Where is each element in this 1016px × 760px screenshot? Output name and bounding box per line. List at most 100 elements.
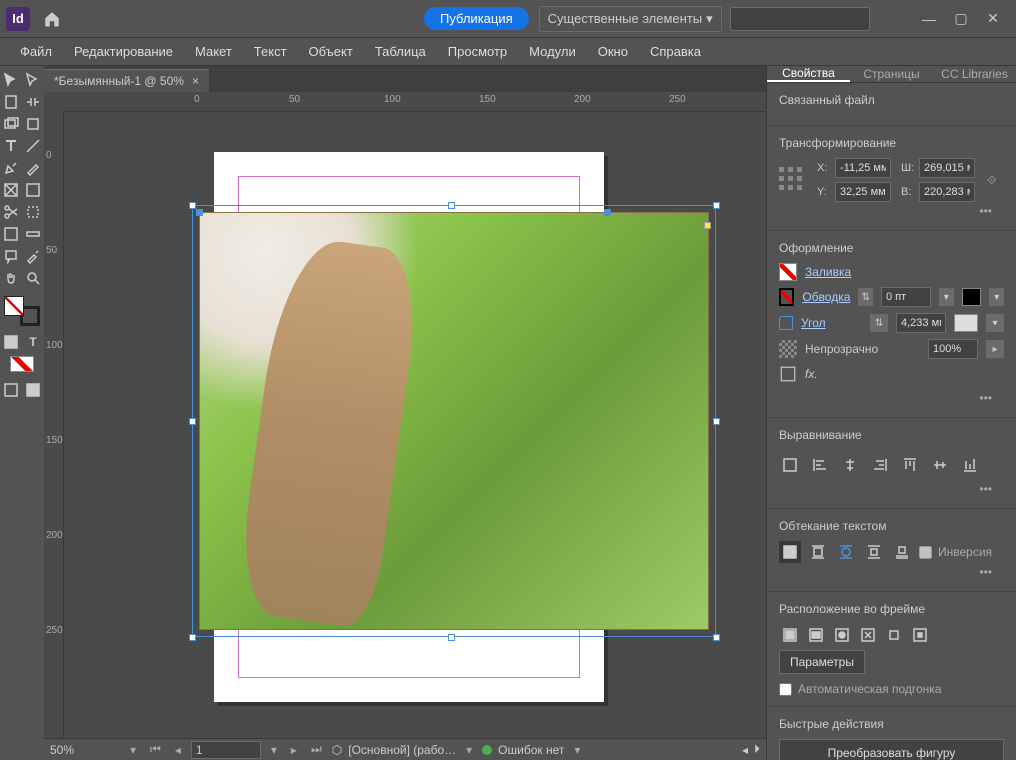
wrap-jumpnext-icon[interactable] <box>891 541 913 563</box>
hand-tool[interactable] <box>1 268 21 288</box>
handle[interactable] <box>189 418 196 425</box>
inverse-checkbox[interactable]: Инверсия <box>919 545 992 559</box>
center-content-icon[interactable] <box>909 624 931 646</box>
tab-pages[interactable]: Страницы <box>850 66 933 82</box>
more-icon[interactable]: ••• <box>779 389 1004 407</box>
eyedropper-tool[interactable] <box>23 246 43 266</box>
open-panel-icon[interactable]: ⬡ <box>332 743 342 757</box>
ruler-vertical[interactable]: 0 50 100 150 200 250 <box>44 112 64 738</box>
menu-object[interactable]: Объект <box>299 40 363 63</box>
page-field[interactable]: 1 <box>191 741 261 759</box>
fit-content-icon[interactable] <box>883 624 905 646</box>
pencil-tool[interactable] <box>23 158 43 178</box>
chevron-down-icon[interactable]: ▾ <box>570 743 584 757</box>
chevron-down-icon[interactable]: ▾ <box>989 288 1004 306</box>
prev-icon[interactable]: ◂ <box>171 743 185 757</box>
scroll-left-icon[interactable]: ◂ <box>742 743 748 757</box>
corner-link[interactable]: Угол <box>801 316 862 330</box>
next-icon[interactable]: ▸ <box>287 743 301 757</box>
align-hcenter-icon[interactable] <box>839 454 861 476</box>
menu-file[interactable]: Файл <box>10 40 62 63</box>
menu-help[interactable]: Справка <box>640 40 711 63</box>
fill-stroke-swatch[interactable] <box>4 296 40 326</box>
opacity-field[interactable] <box>928 339 978 359</box>
format-text-icon[interactable]: T <box>23 332 43 352</box>
page-tool[interactable] <box>1 92 21 112</box>
rectangle-frame-tool[interactable] <box>1 180 21 200</box>
more-icon[interactable]: ••• <box>779 202 1004 220</box>
rectangle-tool[interactable] <box>23 180 43 200</box>
chevron-down-icon[interactable]: ▾ <box>267 743 281 757</box>
fill-link[interactable]: Заливка <box>805 265 1004 279</box>
content-placer-tool[interactable] <box>23 114 43 134</box>
note-tool[interactable] <box>1 246 21 266</box>
normal-view-icon[interactable] <box>1 380 21 400</box>
chevron-right-icon[interactable]: ▸ <box>986 340 1004 358</box>
close-icon[interactable]: × <box>192 74 199 88</box>
stroke-weight-field[interactable] <box>881 287 931 307</box>
format-container-icon[interactable] <box>1 332 21 352</box>
zoom-tool[interactable] <box>23 268 43 288</box>
align-left-icon[interactable] <box>809 454 831 476</box>
content-handle[interactable] <box>604 209 611 216</box>
handle[interactable] <box>713 634 720 641</box>
menu-window[interactable]: Окно <box>588 40 638 63</box>
chevron-down-icon[interactable]: ▾ <box>462 743 476 757</box>
menu-table[interactable]: Таблица <box>365 40 436 63</box>
close-button[interactable]: ✕ <box>986 12 1000 26</box>
more-icon[interactable]: ••• <box>779 480 1004 498</box>
stepper-icon[interactable]: ⇅ <box>858 288 873 306</box>
pen-tool[interactable] <box>1 158 21 178</box>
free-transform-tool[interactable] <box>23 202 43 222</box>
fx-icon[interactable]: fx. <box>805 367 818 381</box>
fit-prop-icon[interactable] <box>805 624 827 646</box>
fill-swatch-icon[interactable] <box>779 263 797 281</box>
reference-point[interactable] <box>779 167 805 193</box>
type-tool[interactable] <box>1 136 21 156</box>
wrap-none-icon[interactable] <box>779 541 801 563</box>
tab-cclibraries[interactable]: CC Libraries <box>933 66 1016 82</box>
menu-view[interactable]: Просмотр <box>438 40 517 63</box>
content-handle[interactable] <box>196 209 203 216</box>
align-to-icon[interactable] <box>779 454 801 476</box>
x-field[interactable] <box>835 158 891 178</box>
wrap-jump-icon[interactable] <box>863 541 885 563</box>
handle[interactable] <box>713 202 720 209</box>
menu-plugins[interactable]: Модули <box>519 40 586 63</box>
params-button[interactable]: Параметры <box>779 650 865 674</box>
apply-none-icon[interactable] <box>2 354 42 374</box>
wrap-shape-icon[interactable] <box>835 541 857 563</box>
fit-frame-icon[interactable] <box>857 624 879 646</box>
home-icon[interactable] <box>40 7 64 31</box>
gradient-feather-tool[interactable] <box>23 224 43 244</box>
doc-tab[interactable]: *Безымянный-1 @ 50% × <box>44 69 209 92</box>
handle[interactable] <box>189 202 196 209</box>
gap-tool[interactable] <box>23 92 43 112</box>
chevron-down-icon[interactable]: ▾ <box>986 314 1004 332</box>
maximize-button[interactable]: ▢ <box>954 12 968 26</box>
gradient-swatch-tool[interactable] <box>1 224 21 244</box>
publish-button[interactable]: Публикация <box>424 7 529 30</box>
convert-button[interactable]: Преобразовать фигуру <box>779 739 1004 760</box>
corner-icon[interactable] <box>779 316 793 330</box>
chevron-down-icon[interactable]: ▾ <box>126 743 140 757</box>
corner-control[interactable] <box>704 222 711 229</box>
zoom-field[interactable]: 50% <box>50 743 120 757</box>
more-icon[interactable]: ••• <box>779 563 1004 581</box>
constrain-icon[interactable]: ⟐ <box>987 173 996 188</box>
handle[interactable] <box>448 202 455 209</box>
ruler-horizontal[interactable]: 0 50 100 150 200 250 <box>64 92 766 112</box>
chevron-down-icon[interactable]: ▾ <box>939 288 954 306</box>
handle[interactable] <box>448 634 455 641</box>
stroke-color-swatch[interactable] <box>962 288 982 306</box>
line-tool[interactable] <box>23 136 43 156</box>
selection-tool[interactable] <box>1 70 21 90</box>
canvas[interactable] <box>64 112 766 738</box>
tab-properties[interactable]: Свойства <box>767 66 850 82</box>
fit-fill-icon[interactable] <box>779 624 801 646</box>
search-input[interactable] <box>730 7 870 31</box>
y-field[interactable] <box>835 182 891 202</box>
scissors-tool[interactable] <box>1 202 21 222</box>
next-last-icon[interactable]: ⏭ <box>307 742 326 757</box>
direct-selection-tool[interactable] <box>23 70 43 90</box>
